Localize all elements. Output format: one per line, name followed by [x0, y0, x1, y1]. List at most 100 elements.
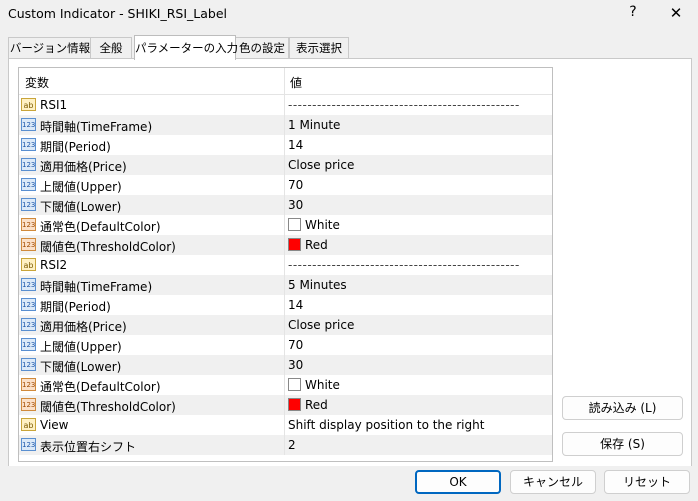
parameter-name: 表示位置右シフト [40, 440, 137, 454]
tab-color-settings[interactable]: 色の設定 [235, 37, 289, 58]
column-divider [284, 175, 285, 195]
parameter-value-text: 5 Minutes [288, 278, 347, 292]
parameter-name: RSI2 [40, 258, 68, 272]
parameter-value[interactable]: 2 [288, 438, 296, 452]
parameter-row[interactable]: ab View Shift display position to the righ… [19, 415, 552, 435]
color-swatch [288, 218, 301, 231]
parameter-row[interactable]: 123 上閾値(Upper) 70 [19, 335, 552, 355]
color-param-icon: 123 [21, 378, 36, 391]
parameter-value[interactable]: Shift display position to the right [288, 418, 484, 432]
parameter-value[interactable]: ----------------------------------------… [288, 98, 520, 112]
column-header-variable[interactable]: 変数 [25, 74, 49, 91]
close-button[interactable]: ✕ [668, 4, 684, 22]
parameter-value[interactable]: White [288, 218, 340, 232]
reset-button[interactable]: リセット [604, 470, 690, 494]
parameter-name: 下閾値(Lower) [40, 360, 122, 374]
tab-version-info[interactable]: バージョン情報 [8, 37, 92, 58]
grid-header: 変数 値 [19, 68, 552, 95]
parameter-value-text: Red [305, 238, 328, 252]
parameter-value[interactable]: White [288, 378, 340, 392]
parameter-value[interactable]: 70 [288, 338, 303, 352]
color-swatch [288, 238, 301, 251]
parameter-value-text: 14 [288, 138, 304, 152]
parameter-value[interactable]: 5 Minutes [288, 278, 347, 292]
column-divider[interactable] [284, 68, 285, 94]
parameter-value-text: 1 Minute [288, 118, 341, 132]
help-button[interactable]: ? [626, 4, 640, 20]
parameter-row[interactable]: 123 時間軸(TimeFrame) 5 Minutes [19, 275, 552, 295]
parameter-value[interactable]: 14 [288, 138, 303, 152]
column-divider [284, 275, 285, 295]
parameter-value-text: ----------------------------------------… [288, 98, 520, 112]
column-divider [284, 395, 285, 415]
parameter-row[interactable]: 123 適用価格(Price) Close price [19, 315, 552, 335]
parameter-value[interactable]: 1 Minute [288, 118, 340, 132]
parameter-row[interactable]: ab RSI2 ----------------------------------… [19, 255, 552, 275]
parameter-row[interactable]: 123 閾値色(ThresholdColor) Red [19, 235, 552, 255]
tab-parameters[interactable]: パラメーターの入力 [134, 35, 238, 60]
column-divider [284, 195, 285, 215]
tab-display-selection[interactable]: 表示選択 [289, 37, 349, 58]
parameter-value-text: Close price [288, 158, 355, 172]
string-param-icon: ab [21, 258, 36, 271]
parameter-name: 閾値色(ThresholdColor) [40, 400, 176, 414]
color-swatch [288, 398, 301, 411]
parameter-name: 期間(Period) [40, 140, 111, 154]
numeric-param-icon: 123 [21, 358, 36, 371]
parameter-value-text: 14 [288, 298, 304, 312]
parameter-name: 時間軸(TimeFrame) [40, 120, 153, 134]
numeric-param-icon: 123 [21, 338, 36, 351]
window-title: Custom Indicator - SHIKI_RSI_Label [8, 6, 227, 21]
column-divider [284, 215, 285, 235]
parameter-name: 上閾値(Upper) [40, 340, 122, 354]
parameter-row[interactable]: 123 通常色(DefaultColor) White [19, 375, 552, 395]
color-param-icon: 123 [21, 238, 36, 251]
parameter-name: 下閾値(Lower) [40, 200, 122, 214]
parameter-row[interactable]: 123 上閾値(Upper) 70 [19, 175, 552, 195]
string-param-icon: ab [21, 418, 36, 431]
parameter-row[interactable]: 123 閾値色(ThresholdColor) Red [19, 395, 552, 415]
parameter-value[interactable]: 30 [288, 358, 303, 372]
column-divider [284, 375, 285, 395]
parameter-row[interactable]: ab RSI1 ----------------------------------… [19, 95, 552, 115]
parameter-value[interactable]: Close price [288, 158, 354, 172]
parameter-grid: 変数 値 ab RSI1 -----------------------------… [18, 67, 553, 462]
parameter-value[interactable]: 14 [288, 298, 303, 312]
column-divider [284, 155, 285, 175]
parameter-name: RSI1 [40, 98, 68, 112]
color-param-icon: 123 [21, 398, 36, 411]
numeric-param-icon: 123 [21, 438, 36, 451]
parameter-row[interactable]: 123 時間軸(TimeFrame) 1 Minute [19, 115, 552, 135]
parameter-row[interactable]: 123 下閾値(Lower) 30 [19, 195, 552, 215]
column-divider [284, 95, 285, 115]
parameter-value-text: White [305, 218, 340, 232]
parameter-value[interactable]: 30 [288, 198, 303, 212]
numeric-param-icon: 123 [21, 318, 36, 331]
parameter-value[interactable]: ----------------------------------------… [288, 258, 520, 272]
ok-button[interactable]: OK [415, 470, 501, 494]
numeric-param-icon: 123 [21, 178, 36, 191]
parameter-value-text: Red [305, 398, 328, 412]
parameter-value[interactable]: 70 [288, 178, 303, 192]
parameter-value[interactable]: Red [288, 398, 328, 412]
parameter-value[interactable]: Red [288, 238, 328, 252]
parameter-row[interactable]: 123 適用価格(Price) Close price [19, 155, 552, 175]
tab-general[interactable]: 全般 [90, 37, 132, 58]
numeric-param-icon: 123 [21, 298, 36, 311]
save-button[interactable]: 保存 (S) [562, 432, 683, 456]
parameter-value[interactable]: Close price [288, 318, 354, 332]
parameter-row[interactable]: 123 下閾値(Lower) 30 [19, 355, 552, 375]
column-header-value[interactable]: 値 [290, 74, 302, 91]
parameter-row[interactable]: 123 通常色(DefaultColor) White [19, 215, 552, 235]
load-button[interactable]: 読み込み (L) [562, 396, 683, 420]
numeric-param-icon: 123 [21, 278, 36, 291]
cancel-button[interactable]: キャンセル [510, 470, 596, 494]
numeric-param-icon: 123 [21, 198, 36, 211]
parameter-row[interactable]: 123 期間(Period) 14 [19, 135, 552, 155]
dialog-footer: OK キャンセル リセット [0, 466, 698, 501]
column-divider [284, 435, 285, 455]
parameter-row[interactable]: 123 期間(Period) 14 [19, 295, 552, 315]
parameter-row[interactable]: 123 表示位置右シフト 2 [19, 435, 552, 455]
parameter-name: 時間軸(TimeFrame) [40, 280, 153, 294]
parameter-name: 上閾値(Upper) [40, 180, 122, 194]
